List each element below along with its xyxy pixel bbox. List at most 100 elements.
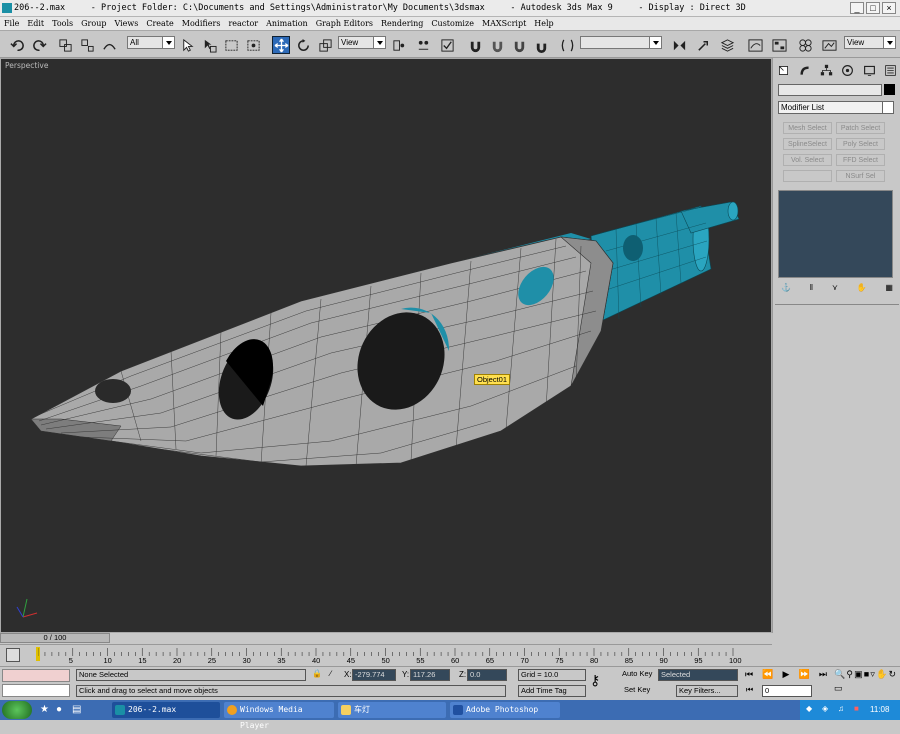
tray-volume-icon[interactable]: ♫: [838, 704, 844, 713]
key-icon[interactable]: ⚷: [590, 672, 616, 692]
track-bar[interactable]: 5 10 15 20 25 30 35 40 45 50 55 60 65 70 75 80 85 90 95 100: [0, 644, 772, 666]
time-slider-thumb[interactable]: 0 / 100: [0, 633, 110, 643]
spline-select-button[interactable]: SplineSelect: [783, 138, 832, 150]
current-frame-field[interactable]: 0: [762, 685, 812, 697]
time-slider[interactable]: 0 / 100: [0, 633, 900, 643]
unlink-icon[interactable]: [78, 36, 96, 54]
maximize-viewport-icon[interactable]: ▭: [834, 683, 843, 697]
object-color-swatch[interactable]: [884, 84, 895, 95]
snap-toggle-icon[interactable]: [466, 36, 484, 54]
hierarchy-tab-icon[interactable]: [820, 64, 833, 78]
tray-app-icon[interactable]: ■: [854, 704, 859, 713]
layer-manager-icon[interactable]: [718, 36, 736, 54]
maxscript-listener-mini[interactable]: [2, 669, 70, 682]
menu-graph-editors[interactable]: Graph Editors: [312, 19, 377, 28]
redo-icon[interactable]: [30, 36, 48, 54]
show-desktop-icon[interactable]: ★: [40, 704, 49, 715]
make-unique-icon[interactable]: ⋎: [832, 283, 838, 297]
auto-key-button[interactable]: Auto Key: [620, 669, 658, 681]
absolute-mode-icon[interactable]: ∕: [330, 669, 331, 678]
x-coordinate-field[interactable]: -279.774: [352, 669, 396, 681]
menu-maxscript[interactable]: MAXScript: [478, 19, 530, 28]
rect-select-region-icon[interactable]: [222, 36, 240, 54]
vol-select-button[interactable]: Vol. Select: [783, 154, 832, 166]
select-by-name-icon[interactable]: [200, 36, 218, 54]
named-selection-dropdown[interactable]: [580, 36, 662, 49]
y-coordinate-field[interactable]: 117.26: [410, 669, 450, 681]
menu-create[interactable]: Create: [142, 19, 177, 28]
select-manipulate-icon[interactable]: [414, 36, 432, 54]
render-type-dropdown[interactable]: View: [844, 36, 896, 49]
menu-tools[interactable]: Tools: [48, 19, 77, 28]
create-tab-icon[interactable]: [777, 64, 790, 78]
quicklaunch-icon[interactable]: ●: [56, 704, 62, 715]
pin-stack-icon[interactable]: ⚓: [781, 283, 791, 297]
zoom-icon[interactable]: 🔍: [834, 669, 845, 683]
go-to-start-icon[interactable]: ⏮: [745, 669, 753, 681]
modifier-stack-list[interactable]: [778, 190, 893, 278]
ffd-select-button[interactable]: FFD Select: [836, 154, 885, 166]
menu-edit[interactable]: Edit: [23, 19, 48, 28]
configure-sets-icon[interactable]: ▦: [885, 283, 893, 297]
maxscript-input-mini[interactable]: [2, 684, 70, 697]
task-folder[interactable]: 车灯: [338, 702, 446, 718]
percent-snap-icon[interactable]: [510, 36, 528, 54]
pivot-center-icon[interactable]: [390, 36, 408, 54]
mini-curve-editor-icon[interactable]: [6, 648, 20, 662]
start-button[interactable]: [2, 701, 32, 719]
arc-rotate-icon[interactable]: ↻: [888, 669, 896, 683]
minimize-button[interactable]: _: [850, 2, 864, 14]
modify-tab-icon[interactable]: [798, 64, 811, 78]
zoom-extents-icon[interactable]: ▣: [854, 669, 863, 683]
poly-select-button[interactable]: Poly Select: [836, 138, 885, 150]
zoom-all-icon[interactable]: ⚲: [846, 669, 853, 683]
mesh-select-button[interactable]: Mesh Select: [783, 122, 832, 134]
menu-customize[interactable]: Customize: [427, 19, 478, 28]
go-to-end-icon[interactable]: ⏭: [819, 669, 827, 681]
curve-editor-icon[interactable]: [746, 36, 764, 54]
utilities-tab-icon[interactable]: [884, 64, 897, 78]
bind-spacewarp-icon[interactable]: [100, 36, 118, 54]
show-end-result-icon[interactable]: ‖: [810, 283, 813, 297]
tray-network-icon[interactable]: ◈: [822, 704, 828, 713]
move-icon[interactable]: [272, 36, 290, 54]
quicklaunch-media-icon[interactable]: ▤: [72, 704, 81, 715]
keyboard-shortcut-icon[interactable]: [438, 36, 456, 54]
empty-modifier-button[interactable]: [783, 170, 832, 182]
spinner-snap-icon[interactable]: [532, 36, 550, 54]
render-scene-icon[interactable]: [820, 36, 838, 54]
maximize-button[interactable]: □: [866, 2, 880, 14]
scene-object[interactable]: [1, 59, 772, 633]
mirror-icon[interactable]: [670, 36, 688, 54]
menu-file[interactable]: File: [0, 19, 23, 28]
play-icon[interactable]: ▶: [783, 669, 790, 681]
material-editor-icon[interactable]: [796, 36, 814, 54]
nsurf-select-button[interactable]: NSurf Sel: [836, 170, 885, 182]
edit-named-selection-icon[interactable]: [558, 36, 576, 54]
task-media-player[interactable]: Windows Media Player: [224, 702, 334, 730]
lock-selection-icon[interactable]: 🔒: [312, 669, 322, 678]
motion-tab-icon[interactable]: [841, 64, 854, 78]
menu-help[interactable]: Help: [530, 19, 557, 28]
zoom-extents-all-icon[interactable]: ■: [864, 669, 869, 683]
previous-frame-icon[interactable]: ⏪: [762, 669, 773, 681]
pan-icon[interactable]: ✋: [876, 669, 887, 683]
schematic-view-icon[interactable]: [770, 36, 788, 54]
menu-group[interactable]: Group: [77, 19, 110, 28]
add-time-tag-button[interactable]: Add Time Tag: [518, 685, 586, 697]
select-object-icon[interactable]: [178, 36, 196, 54]
key-mode-dropdown[interactable]: Selected: [658, 669, 738, 681]
field-of-view-icon[interactable]: ▿: [870, 669, 875, 683]
key-mode-toggle-icon[interactable]: ⏮: [746, 685, 753, 695]
window-crossing-icon[interactable]: [244, 36, 262, 54]
scale-icon[interactable]: [316, 36, 334, 54]
z-coordinate-field[interactable]: 0.0: [467, 669, 507, 681]
set-key-button[interactable]: Set Key: [622, 685, 656, 697]
task-photoshop[interactable]: Adobe Photoshop: [450, 702, 560, 718]
menu-views[interactable]: Views: [110, 19, 142, 28]
modifier-list-dropdown[interactable]: Modifier List: [778, 101, 894, 114]
reference-coord-dropdown[interactable]: View: [338, 36, 386, 49]
remove-modifier-icon[interactable]: ✋: [857, 283, 867, 297]
undo-icon[interactable]: [8, 36, 26, 54]
tray-antivirus-icon[interactable]: ◆: [806, 704, 812, 713]
